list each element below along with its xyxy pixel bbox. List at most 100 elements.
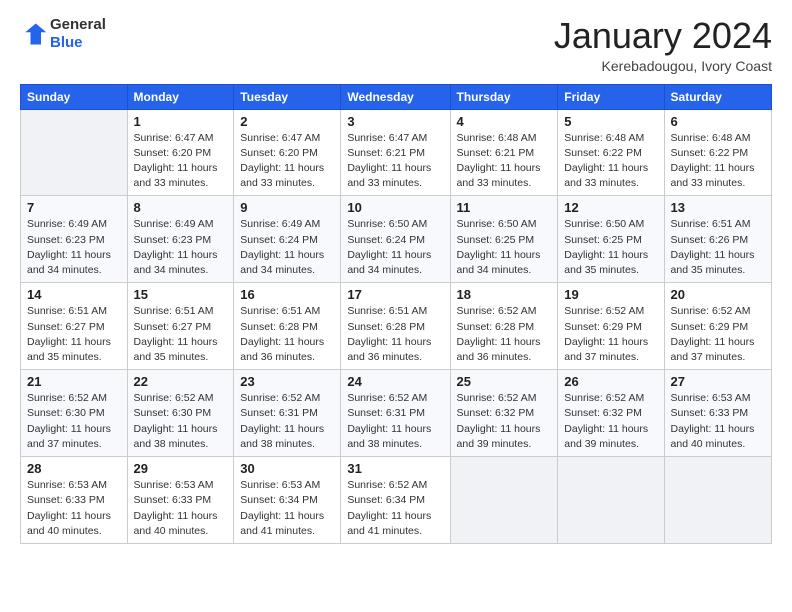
month-title: January 2024: [554, 16, 772, 56]
day-number: 27: [671, 374, 765, 389]
calendar-cell: [558, 457, 664, 544]
day-detail: Sunrise: 6:48 AMSunset: 6:22 PMDaylight:…: [671, 131, 765, 192]
calendar-cell: 18Sunrise: 6:52 AMSunset: 6:28 PMDayligh…: [450, 283, 558, 370]
day-number: 14: [27, 287, 121, 302]
day-detail: Sunrise: 6:50 AMSunset: 6:25 PMDaylight:…: [457, 217, 552, 278]
day-number: 6: [671, 114, 765, 129]
calendar-cell: 24 Sunrise: 6:52 AMSunset: 6:31 PMDayligh…: [341, 370, 450, 457]
calendar-header-row: SundayMondayTuesdayWednesdayThursdayFrid…: [21, 84, 772, 109]
day-detail: Sunrise: 6:52 AMSunset: 6:31 PMDaylight:…: [347, 391, 443, 452]
day-number: 1: [134, 114, 228, 129]
day-number: 24: [347, 374, 443, 389]
calendar-cell: 3 Sunrise: 6:47 AMSunset: 6:21 PMDaylight…: [341, 109, 450, 196]
calendar-cell: 9 Sunrise: 6:49 AMSunset: 6:24 PMDaylight…: [234, 196, 341, 283]
calendar-cell: 6 Sunrise: 6:48 AMSunset: 6:22 PMDaylight…: [664, 109, 771, 196]
calendar-cell: 7 Sunrise: 6:49 AMSunset: 6:23 PMDaylight…: [21, 196, 128, 283]
day-number: 5: [564, 114, 657, 129]
day-header-monday: Monday: [127, 84, 234, 109]
calendar-cell: 28Sunrise: 6:53 AMSunset: 6:33 PMDayligh…: [21, 457, 128, 544]
day-header-thursday: Thursday: [450, 84, 558, 109]
day-number: 11: [457, 200, 552, 215]
day-detail: Sunrise: 6:53 AMSunset: 6:33 PMDaylight:…: [671, 391, 765, 452]
calendar-cell: 20 Sunrise: 6:52 AMSunset: 6:29 PMDayligh…: [664, 283, 771, 370]
calendar-cell: 21 Sunrise: 6:52 AMSunset: 6:30 PMDayligh…: [21, 370, 128, 457]
day-detail: Sunrise: 6:51 AMSunset: 6:28 PMDaylight:…: [347, 304, 443, 365]
day-detail: Sunrise: 6:52 AMSunset: 6:29 PMDaylight:…: [564, 304, 657, 365]
logo: General Blue: [20, 16, 106, 52]
day-detail: Sunrise: 6:53 AMSunset: 6:34 PMDaylight:…: [240, 478, 334, 539]
day-number: 19: [564, 287, 657, 302]
calendar-cell: 12Sunrise: 6:50 AMSunset: 6:25 PMDayligh…: [558, 196, 664, 283]
calendar-cell: 29Sunrise: 6:53 AMSunset: 6:33 PMDayligh…: [127, 457, 234, 544]
day-header-sunday: Sunday: [21, 84, 128, 109]
day-detail: Sunrise: 6:47 AMSunset: 6:20 PMDaylight:…: [240, 131, 334, 192]
day-detail: Sunrise: 6:52 AMSunset: 6:30 PMDaylight:…: [134, 391, 228, 452]
calendar-cell: 23 Sunrise: 6:52 AMSunset: 6:31 PMDayligh…: [234, 370, 341, 457]
day-detail: Sunrise: 6:47 AMSunset: 6:20 PMDaylight:…: [134, 131, 228, 192]
calendar-cell: 13 Sunrise: 6:51 AMSunset: 6:26 PMDayligh…: [664, 196, 771, 283]
day-detail: Sunrise: 6:52 AMSunset: 6:30 PMDaylight:…: [27, 391, 121, 452]
page: General Blue January 2024 Kerebadougou, …: [0, 0, 792, 612]
calendar-table: SundayMondayTuesdayWednesdayThursdayFrid…: [20, 84, 772, 544]
calendar-cell: 4 Sunrise: 6:48 AMSunset: 6:21 PMDaylight…: [450, 109, 558, 196]
day-detail: Sunrise: 6:51 AMSunset: 6:26 PMDaylight:…: [671, 217, 765, 278]
day-detail: Sunrise: 6:47 AMSunset: 6:21 PMDaylight:…: [347, 131, 443, 192]
day-number: 3: [347, 114, 443, 129]
day-detail: Sunrise: 6:50 AMSunset: 6:25 PMDaylight:…: [564, 217, 657, 278]
calendar-cell: 8 Sunrise: 6:49 AMSunset: 6:23 PMDaylight…: [127, 196, 234, 283]
day-header-tuesday: Tuesday: [234, 84, 341, 109]
calendar-cell: 27 Sunrise: 6:53 AMSunset: 6:33 PMDayligh…: [664, 370, 771, 457]
day-detail: Sunrise: 6:52 AMSunset: 6:31 PMDaylight:…: [240, 391, 334, 452]
logo-blue: Blue: [50, 34, 83, 51]
day-detail: Sunrise: 6:51 AMSunset: 6:27 PMDaylight:…: [27, 304, 121, 365]
day-number: 23: [240, 374, 334, 389]
day-detail: Sunrise: 6:51 AMSunset: 6:27 PMDaylight:…: [134, 304, 228, 365]
day-number: 4: [457, 114, 552, 129]
logo-general: General: [50, 16, 106, 33]
week-row-4: 21 Sunrise: 6:52 AMSunset: 6:30 PMDayligh…: [21, 370, 772, 457]
day-number: 15: [134, 287, 228, 302]
day-number: 22: [134, 374, 228, 389]
header: General Blue January 2024 Kerebadougou, …: [20, 16, 772, 74]
day-number: 18: [457, 287, 552, 302]
day-detail: Sunrise: 6:48 AMSunset: 6:21 PMDaylight:…: [457, 131, 552, 192]
day-detail: Sunrise: 6:52 AMSunset: 6:34 PMDaylight:…: [347, 478, 443, 539]
day-detail: Sunrise: 6:49 AMSunset: 6:23 PMDaylight:…: [134, 217, 228, 278]
day-number: 31: [347, 461, 443, 476]
day-detail: Sunrise: 6:52 AMSunset: 6:32 PMDaylight:…: [457, 391, 552, 452]
day-detail: Sunrise: 6:50 AMSunset: 6:24 PMDaylight:…: [347, 217, 443, 278]
calendar-cell: 1 Sunrise: 6:47 AMSunset: 6:20 PMDaylight…: [127, 109, 234, 196]
day-detail: Sunrise: 6:49 AMSunset: 6:24 PMDaylight:…: [240, 217, 334, 278]
day-detail: Sunrise: 6:48 AMSunset: 6:22 PMDaylight:…: [564, 131, 657, 192]
day-detail: Sunrise: 6:53 AMSunset: 6:33 PMDaylight:…: [134, 478, 228, 539]
day-header-wednesday: Wednesday: [341, 84, 450, 109]
calendar-cell: [664, 457, 771, 544]
calendar-cell: 30 Sunrise: 6:53 AMSunset: 6:34 PMDayligh…: [234, 457, 341, 544]
calendar-cell: 10 Sunrise: 6:50 AMSunset: 6:24 PMDayligh…: [341, 196, 450, 283]
day-number: 7: [27, 200, 121, 215]
calendar-cell: 2 Sunrise: 6:47 AMSunset: 6:20 PMDaylight…: [234, 109, 341, 196]
day-number: 25: [457, 374, 552, 389]
day-detail: Sunrise: 6:52 AMSunset: 6:32 PMDaylight:…: [564, 391, 657, 452]
calendar-cell: 15 Sunrise: 6:51 AMSunset: 6:27 PMDayligh…: [127, 283, 234, 370]
day-detail: Sunrise: 6:51 AMSunset: 6:28 PMDaylight:…: [240, 304, 334, 365]
day-number: 16: [240, 287, 334, 302]
day-number: 9: [240, 200, 334, 215]
day-number: 20: [671, 287, 765, 302]
calendar-cell: 19 Sunrise: 6:52 AMSunset: 6:29 PMDayligh…: [558, 283, 664, 370]
title-block: January 2024 Kerebadougou, Ivory Coast: [554, 16, 772, 74]
day-number: 26: [564, 374, 657, 389]
day-number: 30: [240, 461, 334, 476]
day-number: 13: [671, 200, 765, 215]
day-number: 21: [27, 374, 121, 389]
calendar-cell: [450, 457, 558, 544]
day-number: 8: [134, 200, 228, 215]
calendar-cell: 11 Sunrise: 6:50 AMSunset: 6:25 PMDayligh…: [450, 196, 558, 283]
day-number: 2: [240, 114, 334, 129]
calendar-cell: 22 Sunrise: 6:52 AMSunset: 6:30 PMDayligh…: [127, 370, 234, 457]
day-number: 17: [347, 287, 443, 302]
day-detail: Sunrise: 6:49 AMSunset: 6:23 PMDaylight:…: [27, 217, 121, 278]
day-number: 10: [347, 200, 443, 215]
day-detail: Sunrise: 6:52 AMSunset: 6:29 PMDaylight:…: [671, 304, 765, 365]
calendar-cell: 25 Sunrise: 6:52 AMSunset: 6:32 PMDayligh…: [450, 370, 558, 457]
